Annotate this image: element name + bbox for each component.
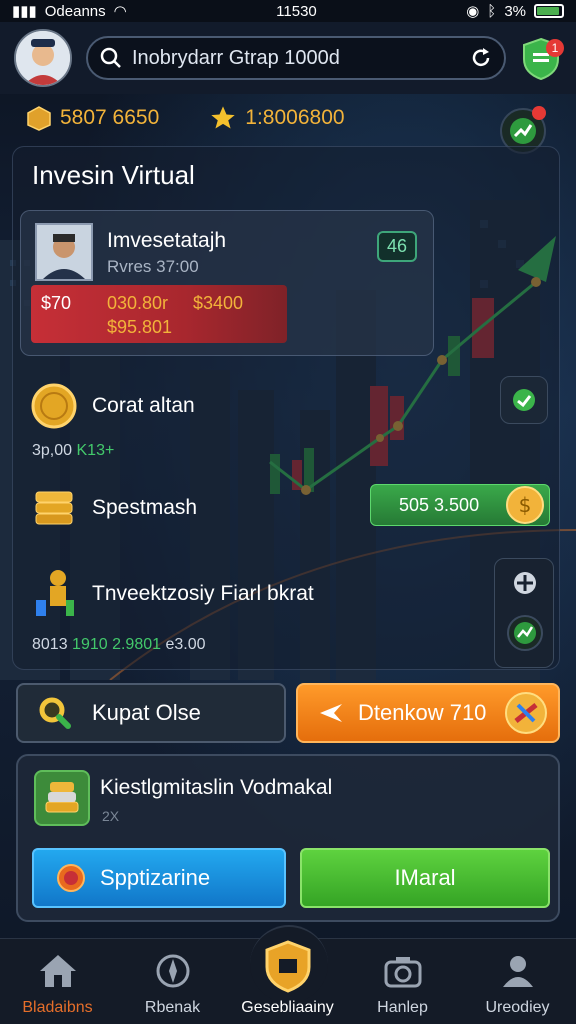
carrier-label: Odeanns [44, 2, 106, 20]
stat-b: 030.80r [107, 293, 169, 313]
pin-icon[interactable] [511, 569, 539, 597]
refresh-icon[interactable] [470, 47, 492, 69]
panel-title: Invesin Virtual [32, 160, 195, 190]
battery-icon [534, 4, 564, 18]
row-subtitle: 8013 1910 2.9801 e3.00 [32, 636, 206, 654]
top-bar: Inobrydarr Gtrap 1000d 1 [0, 22, 576, 94]
nav-item-market[interactable]: Rbenak [115, 939, 230, 1024]
nav-label: Bladaibns [22, 999, 93, 1016]
tools-coin-icon [505, 692, 547, 734]
growth-icon [510, 118, 536, 144]
notifications-button[interactable]: 1 [520, 35, 564, 81]
row-sub-b: K13+ [76, 442, 115, 459]
star-amount: 1:8006800 [245, 106, 345, 129]
svg-text:$: $ [519, 493, 532, 517]
search-icon [100, 47, 121, 68]
gold-balance: 5807 6650 [26, 105, 159, 131]
bluetooth-icon: ᛒ [487, 2, 497, 20]
value-pill-amount: 505 3.500 [399, 494, 480, 515]
analytics-icon[interactable] [505, 613, 545, 653]
nav-label: Gesebliaainy [241, 999, 334, 1016]
row-sub-a: 8013 [32, 636, 68, 653]
row-sub-a: 3p,00 [32, 442, 73, 459]
star-balance: 1:8006800 [209, 104, 345, 132]
row-subtitle: 3p,00 K13+ [32, 442, 114, 460]
nav-label: Rbenak [144, 999, 201, 1016]
promo-title: Kiestlgmitaslin Vodmakal [100, 776, 333, 799]
alarm-icon: ◉ [466, 3, 480, 20]
nav-item-home[interactable]: Bladaibns [0, 939, 115, 1024]
side-action-button[interactable] [500, 376, 548, 424]
nav-item-center[interactable]: Gesebliaainy [230, 939, 345, 1024]
investor-portrait-icon [43, 234, 85, 279]
row-label: Spestmash [92, 496, 198, 519]
promo-card: Kiestlgmitaslin Vodmakal 2X Spptizarine … [16, 754, 560, 922]
compass-icon [156, 954, 189, 988]
investor-name: Imvesetatajh [107, 229, 227, 252]
shield-icon [265, 940, 310, 993]
star-icon [211, 106, 235, 129]
row-label: Tnveektzosiy Fiarl bkrat [92, 582, 314, 605]
nav-item-profile[interactable]: Ureodiey [460, 939, 575, 1024]
user-avatar-icon [16, 31, 70, 85]
row-label: Corat altan [92, 394, 195, 417]
home-icon [39, 955, 76, 987]
list-item[interactable]: Tnveektzosiy Fiarl bkrat [30, 568, 314, 620]
magnifier-icon [39, 697, 71, 729]
battery-percent: 3% [504, 2, 526, 20]
side-tool-panel [494, 558, 554, 668]
signal-icon: ▮▮▮ [12, 3, 37, 20]
gold-coin-icon [31, 383, 77, 429]
search-input[interactable]: Inobrydarr Gtrap 1000d [132, 47, 460, 70]
nav-label: Ureodiey [485, 999, 550, 1016]
stat-a: $70 [41, 293, 72, 313]
list-item[interactable]: Corat altan [30, 382, 195, 430]
search-bar[interactable]: Inobrydarr Gtrap 1000d [86, 36, 506, 80]
investor-stats-strip: $70 030.80r $3400 $95.801 [31, 285, 287, 343]
user-icon [502, 956, 533, 987]
value-pill[interactable]: 505 3.500 $ [370, 484, 550, 526]
blue-action-button[interactable]: Spptizarine [32, 848, 286, 908]
blue-action-label: Spptizarine [100, 865, 211, 890]
clock: 11530 [276, 2, 317, 20]
coin-stack-icon [35, 491, 73, 525]
investor-subtitle: Rvres 37:00 [107, 257, 199, 276]
investor-profile-card[interactable]: Imvesetatajh Rvres 37:00 46 $70 030.80r … [20, 210, 434, 356]
investor-photo [35, 223, 93, 281]
primary-action-label: Dtenkow 710 [358, 700, 487, 725]
avatar[interactable] [14, 29, 72, 87]
gold-bar-icon [27, 106, 51, 131]
quick-search-button[interactable]: Kupat Olse [16, 683, 286, 743]
row-sub-c: e3.00 [165, 636, 206, 653]
investor-figure-icon [36, 570, 74, 616]
nav-label: Hanlep [377, 999, 428, 1016]
plane-icon [320, 704, 342, 722]
dollar-coin-icon: $ [506, 486, 544, 524]
gold-amount: 5807 6650 [60, 106, 160, 129]
red-coin-icon [57, 864, 85, 892]
promo-subtitle: 2X [102, 808, 120, 824]
investor-level-badge: 46 [376, 231, 417, 262]
stat-d: $95.801 [107, 317, 173, 337]
quick-search-label: Kupat Olse [92, 700, 201, 725]
row-sub-b: 1910 2.9801 [72, 636, 162, 653]
bottom-navigation: Bladaibns Rbenak Gesebliaainy Hanlep Ure… [0, 925, 576, 1024]
notification-badge: 1 [546, 39, 564, 57]
nav-item-camera[interactable]: Hanlep [345, 939, 460, 1024]
currency-row: 5807 6650 1:8006800 [26, 100, 506, 136]
shortcut-alert-dot [532, 106, 546, 120]
camera-icon [384, 957, 421, 988]
coin-stack-badge [34, 770, 90, 826]
green-action-label: IMaral [394, 865, 456, 890]
green-action-button[interactable]: IMaral [300, 848, 550, 908]
handshake-icon [513, 389, 535, 411]
status-bar: ▮▮▮ Odeanns ◠ 11530 ◉ ᛒ 3% [0, 0, 576, 22]
money-stack-icon [45, 782, 79, 813]
primary-action-button[interactable]: Dtenkow 710 [296, 683, 560, 743]
wifi-icon: ◠ [113, 3, 127, 20]
stat-c: $3400 [193, 293, 244, 313]
list-item[interactable]: Spestmash [30, 484, 197, 532]
